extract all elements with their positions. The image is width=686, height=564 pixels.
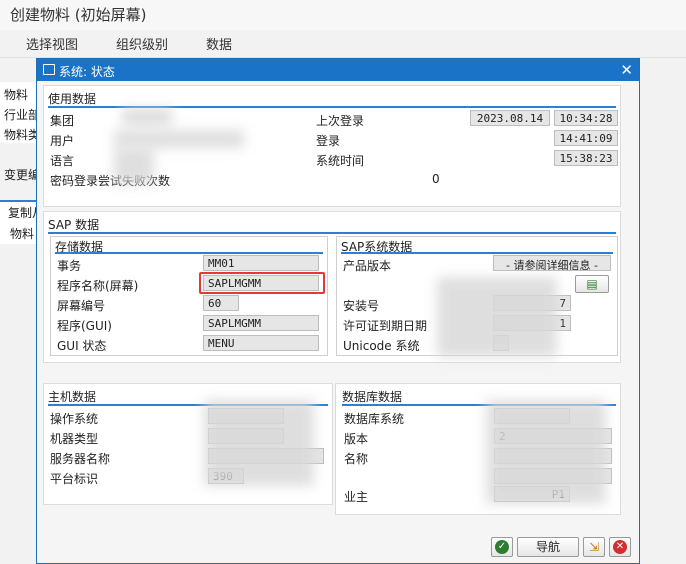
export-icon: ⇲ xyxy=(588,540,600,554)
highlight-box xyxy=(199,272,325,294)
redacted-db-data xyxy=(486,400,606,504)
window-icon xyxy=(43,64,55,75)
install-no-label: 安装号 xyxy=(343,299,380,313)
window-title: 创建物料 (初始屏幕) xyxy=(0,0,686,30)
last-logon-time-field: 10:34:28 xyxy=(554,110,618,126)
logon-label: 登录 xyxy=(316,134,341,148)
owner-label: 业主 xyxy=(344,490,369,504)
cancel-button[interactable]: ✕ xyxy=(609,537,631,557)
db-data-section: 数据库数据 数据库系统 版本 名称 业主 2 P1 xyxy=(335,383,621,515)
last-logon-date-field: 2023.08.14 xyxy=(470,110,550,126)
unicode-label: Unicode 系统 xyxy=(343,339,420,353)
pwd-attempts-value: 0 xyxy=(432,172,440,186)
details-icon: ▤ xyxy=(586,277,598,291)
release-label: 版本 xyxy=(344,432,369,446)
system-time-label: 系统时间 xyxy=(316,154,365,168)
bg-label-copy-from: 复制从 xyxy=(8,204,36,221)
repository-data-box: 存储数据 事务 程序名称(屏幕) 屏幕编号 程序(GUI) GUI 状态 MM0… xyxy=(50,236,328,356)
product-version-field: - 请参阅详细信息 - xyxy=(493,255,611,271)
machine-type-label: 机器类型 xyxy=(50,432,99,446)
bg-label-change-no: 变更编 xyxy=(4,166,36,183)
transaction-field: MM01 xyxy=(203,255,319,271)
license-expiry-label: 许可证到期日期 xyxy=(343,319,428,333)
transaction-label: 事务 xyxy=(57,259,82,273)
gui-status-label: GUI 状态 xyxy=(57,339,107,353)
section-divider xyxy=(341,252,613,254)
dialog-header: 系统: 状态 ✕ xyxy=(37,59,639,81)
gui-status-field: MENU xyxy=(203,335,319,351)
bg-label-material: 物料 xyxy=(4,86,36,103)
db-name-label: 名称 xyxy=(344,452,369,466)
bg-label-material-type: 物料类 xyxy=(4,126,36,143)
sap-data-section: SAP 数据 存储数据 事务 程序名称(屏幕) 屏幕编号 程序(GUI) GUI… xyxy=(43,211,621,363)
program-label: 程序名称(屏幕) xyxy=(57,279,139,293)
sap-data-title: SAP 数据 xyxy=(48,218,100,232)
section-divider xyxy=(55,252,323,254)
confirm-button[interactable]: ✓ xyxy=(491,537,513,557)
navigate-button[interactable]: 导航 xyxy=(517,537,579,557)
program-gui-field: SAPLMGMM xyxy=(203,315,319,331)
last-logon-label: 上次登录 xyxy=(316,114,365,128)
db-system-label: 数据库系统 xyxy=(344,412,405,426)
platform-id-label: 平台标识 xyxy=(50,472,99,486)
bg-label-material-2: 物料 xyxy=(10,225,36,242)
redacted-client xyxy=(122,108,172,126)
client-label: 集团 xyxy=(50,114,75,128)
usage-data-section: 使用数据 集团 用户 语言 密码登录尝试失败次数 上次登录 登录 系统时间 0 … xyxy=(43,85,621,207)
redacted-host-data xyxy=(204,400,314,486)
export-button[interactable]: ⇲ xyxy=(583,537,605,557)
menu-org-levels[interactable]: 组织级别 xyxy=(116,34,168,53)
redacted-language xyxy=(114,148,154,184)
bg-label-industry: 行业部 xyxy=(4,106,36,123)
details-button[interactable]: ▤ xyxy=(575,275,609,293)
menu-data[interactable]: 数据 xyxy=(206,34,232,53)
usage-data-title: 使用数据 xyxy=(48,92,97,106)
db-data-title: 数据库数据 xyxy=(342,390,403,404)
redacted-user xyxy=(114,130,244,148)
screen-no-label: 屏幕编号 xyxy=(57,299,106,313)
menu-bar: 选择视图 组织级别 数据 xyxy=(0,30,686,58)
language-label: 语言 xyxy=(50,154,75,168)
redacted-system-data xyxy=(437,277,557,357)
sap-system-data-box: SAP系统数据 产品版本 安装号 许可证到期日期 Unicode 系统 - 请参… xyxy=(336,236,618,357)
host-data-title: 主机数据 xyxy=(48,390,97,404)
close-icon[interactable]: ✕ xyxy=(620,61,633,79)
menu-select-views[interactable]: 选择视图 xyxy=(26,34,78,53)
section-divider xyxy=(48,232,616,234)
system-time-field: 15:38:23 xyxy=(554,150,618,166)
os-label: 操作系统 xyxy=(50,412,99,426)
cancel-icon: ✕ xyxy=(613,540,627,554)
checkmark-icon: ✓ xyxy=(495,540,509,554)
status-dialog: 系统: 状态 ✕ 使用数据 集团 用户 语言 密码登录尝试失败次数 上次登录 登… xyxy=(36,58,640,564)
screen-no-field: 60 xyxy=(203,295,239,311)
logon-time-field: 14:41:09 xyxy=(554,130,618,146)
product-version-label: 产品版本 xyxy=(343,259,392,273)
user-label: 用户 xyxy=(50,134,75,148)
program-gui-label: 程序(GUI) xyxy=(57,319,112,333)
host-data-section: 主机数据 操作系统 机器类型 服务器名称 平台标识 390 xyxy=(43,383,333,505)
server-name-label: 服务器名称 xyxy=(50,452,111,466)
dialog-title: 系统: 状态 xyxy=(59,65,115,79)
